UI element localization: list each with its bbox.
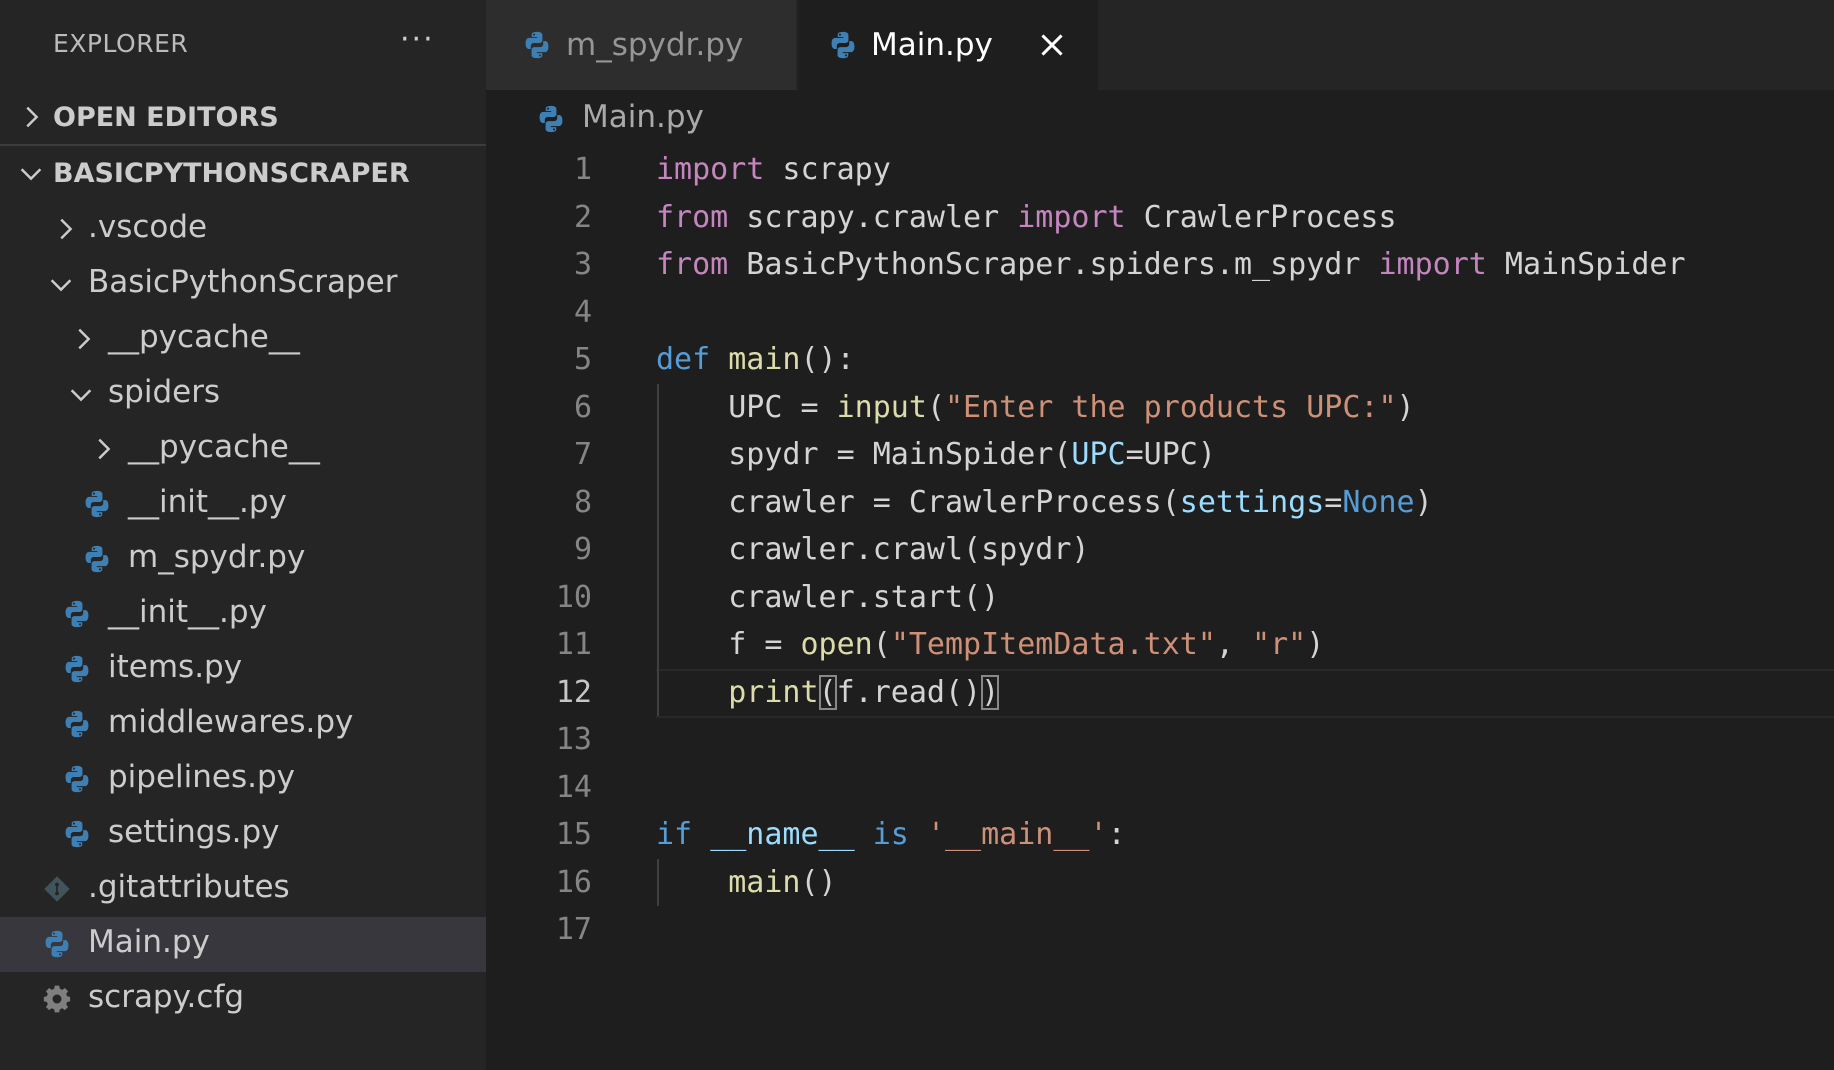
line-number: 14 [555, 769, 592, 805]
line-number: 5 [573, 342, 592, 377]
tab-m-spydr[interactable]: m_spydr.py [486, 0, 796, 90]
tree-item-label: pipelines.py [108, 759, 296, 795]
breadcrumb-item[interactable]: Main.py [582, 99, 704, 135]
tree-item-spiders-folder[interactable]: spiders [0, 367, 486, 422]
chevron-down-icon [70, 389, 92, 402]
tree-item-main-file[interactable]: Main.py [0, 917, 486, 972]
explorer-title: EXPLORER [53, 29, 189, 58]
tree-item-label: items.py [108, 649, 243, 685]
python-file-icon [65, 655, 89, 683]
explorer-header: EXPLORER ··· [0, 0, 486, 94]
tree-item-label: .gitattributes [88, 869, 290, 905]
tree-item-spiders-init-file[interactable]: __init__.py [0, 477, 486, 532]
tree-item-middlewares-file[interactable]: middlewares.py [0, 697, 486, 752]
code-line[interactable]: crawler.crawl(spydr) [656, 526, 1089, 574]
python-file-icon [539, 105, 563, 133]
code-editor[interactable]: 1 2 3 4 5 6 7 8 9 10 11 12 13 14 15 16 17 import scrapy f… [486, 146, 1834, 1070]
close-icon[interactable] [1035, 28, 1069, 62]
line-number: 4 [573, 294, 592, 330]
tree-item-label: Main.py [88, 924, 210, 960]
tree-item-basicpythonscraper-folder[interactable]: BasicPythonScraper [0, 257, 486, 312]
python-file-icon [831, 31, 855, 59]
tree-item-items-file[interactable]: items.py [0, 642, 486, 697]
line-number: 13 [555, 722, 592, 757]
python-file-icon [85, 545, 109, 573]
chevron-down-icon [20, 168, 42, 181]
code-line[interactable]: def main(): [656, 336, 855, 384]
gear-icon [43, 985, 71, 1013]
python-file-icon [525, 31, 549, 59]
code-line[interactable]: from BasicPythonScraper.spiders.m_spydr … [656, 241, 1686, 289]
tab-main[interactable]: Main.py [798, 0, 1098, 90]
tree-item-init-file[interactable]: __init__.py [0, 587, 486, 642]
tree-item-label: BasicPythonScraper [88, 264, 398, 300]
code-line[interactable]: if __name__ is '__main__': [656, 811, 1126, 859]
chevron-right-icon [60, 218, 73, 240]
tree-item-gitattributes-file[interactable]: .gitattributes [0, 862, 486, 917]
tab-bar: m_spydr.py Main.py [486, 0, 1834, 90]
open-editors-label: OPEN EDITORS [53, 102, 279, 133]
tree-item-pipelines-file[interactable]: pipelines.py [0, 752, 486, 807]
tree-item-label: settings.py [108, 814, 280, 850]
code-line[interactable]: print(f.read()) [656, 669, 1000, 717]
explorer-sidebar: EXPLORER ··· OPEN EDITORS BASICPYTHONSCR… [0, 0, 486, 1070]
code-line[interactable]: UPC = input("Enter the products UPC:") [656, 384, 1414, 432]
python-file-icon [45, 930, 69, 958]
tree-item-vscode-folder[interactable]: .vscode [0, 202, 486, 257]
line-number: 1 [573, 152, 592, 187]
chevron-down-icon [50, 279, 72, 292]
code-line[interactable]: crawler.start() [656, 574, 999, 622]
python-file-icon [65, 710, 89, 738]
code-line[interactable]: crawler = CrawlerProcess(settings=None) [656, 479, 1432, 527]
python-file-icon [85, 490, 109, 518]
more-actions-icon[interactable]: ··· [400, 22, 435, 57]
project-label: BASICPYTHONSCRAPER [53, 158, 410, 189]
open-editors-section[interactable]: OPEN EDITORS [0, 92, 486, 147]
project-section[interactable]: BASICPYTHONSCRAPER [0, 148, 486, 203]
code-line[interactable]: f = open("TempItemData.txt", "r") [656, 621, 1324, 669]
tree-item-label: m_spydr.py [128, 539, 306, 575]
tab-label: m_spydr.py [566, 27, 744, 63]
chevron-right-icon [78, 328, 91, 350]
tab-label: Main.py [871, 27, 993, 63]
code-line[interactable]: main() [656, 859, 836, 907]
section-divider [0, 144, 486, 146]
line-number: 7 [573, 437, 592, 472]
line-number: 16 [555, 864, 592, 900]
code-line[interactable]: import scrapy [656, 146, 891, 194]
git-file-icon [44, 876, 70, 902]
python-file-icon [65, 820, 89, 848]
tree-item-label: __init__.py [108, 594, 267, 630]
chevron-right-icon [98, 438, 111, 460]
line-number: 6 [573, 389, 592, 425]
tree-item-scrapy-cfg-file[interactable]: scrapy.cfg [0, 972, 486, 1027]
tree-item-label: spiders [108, 374, 221, 410]
chevron-right-icon [26, 106, 39, 128]
breadcrumb: Main.py [486, 90, 1834, 146]
code-line[interactable]: spydr = MainSpider(UPC=UPC) [656, 431, 1216, 479]
line-number: 15 [555, 817, 592, 852]
tree-item-pycache-folder[interactable]: __pycache__ [0, 312, 486, 367]
tree-item-label: __pycache__ [108, 319, 300, 355]
line-number: 11 [555, 627, 592, 662]
python-file-icon [65, 765, 89, 793]
line-number: 17 [555, 912, 592, 947]
line-number: 2 [573, 199, 592, 235]
line-number: 8 [573, 484, 592, 520]
tree-item-label: .vscode [88, 209, 208, 245]
tree-item-m-spydr-file[interactable]: m_spydr.py [0, 532, 486, 587]
line-number: 3 [573, 247, 592, 282]
line-number: 9 [573, 532, 592, 567]
tree-item-label: __init__.py [128, 484, 287, 520]
tree-item-settings-file[interactable]: settings.py [0, 807, 486, 862]
python-file-icon [65, 600, 89, 628]
code-line[interactable]: from scrapy.crawler import CrawlerProces… [656, 194, 1397, 242]
line-number: 10 [555, 579, 592, 615]
tree-item-label: __pycache__ [128, 429, 320, 465]
line-number: 12 [555, 674, 592, 710]
tree-item-label: scrapy.cfg [88, 979, 245, 1015]
tree-item-label: middlewares.py [108, 704, 354, 740]
tree-item-spiders-pycache-folder[interactable]: __pycache__ [0, 422, 486, 477]
